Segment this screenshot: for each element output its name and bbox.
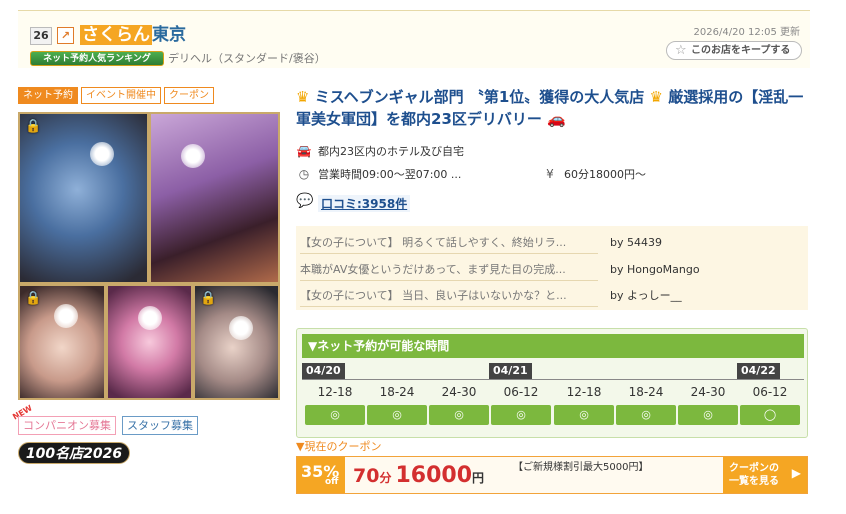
slot-button[interactable]: ◎ xyxy=(678,405,738,425)
slot-button[interactable]: ◎ xyxy=(367,405,427,425)
coupon-discount: 35% off xyxy=(297,457,345,493)
date-label: 04/21 xyxy=(489,363,532,379)
photo-main[interactable]: 🔒 xyxy=(18,112,149,284)
yen-icon: ¥ xyxy=(546,167,554,181)
star-icon: ☆ xyxy=(675,43,687,58)
shop-name-rest: 東京 xyxy=(152,25,186,45)
photo-5[interactable]: 🔒 xyxy=(193,284,280,400)
photo-3[interactable]: 🔒 xyxy=(18,284,106,400)
area-info: 🚘 都内23区内のホテル及び自宅 xyxy=(296,143,464,160)
coupon-description: 【ご新規様割引最大5000円】 xyxy=(513,462,649,473)
coupon-list-button[interactable]: クーポンの 一覧を見る ▶ xyxy=(723,457,807,493)
reservation-panel: ▼ネット予約が可能な時間 04/20 04/21 04/22 12-18 18-… xyxy=(296,328,808,438)
slot-button[interactable]: ◎ xyxy=(616,405,676,425)
slot-label: 06-12 xyxy=(503,385,539,399)
review-count-link[interactable]: 口コミ:3958件 xyxy=(318,195,411,212)
coupon-yen-unit: 円 xyxy=(472,471,485,485)
slot-label: 18-24 xyxy=(628,385,664,399)
car-icon: 🚗 xyxy=(547,110,566,128)
slot-button[interactable]: ◎ xyxy=(305,405,365,425)
date-label: 04/22 xyxy=(737,363,780,379)
slot-button[interactable]: ◯ xyxy=(740,405,800,425)
rank-up-icon: ↗ xyxy=(57,27,74,44)
photo-4[interactable] xyxy=(106,284,193,400)
slot-label: 18-24 xyxy=(379,385,415,399)
keep-shop-button[interactable]: ☆ このお店をキープする xyxy=(666,41,802,60)
review-item[interactable]: 【女の子について】 明るくて話しやすく、終始リラ... xyxy=(300,232,598,254)
coupon-price: 70分 16000円 xyxy=(353,461,484,493)
slot-label: 24-30 xyxy=(441,385,477,399)
slot-label: 12-18 xyxy=(317,385,353,399)
crown-icon: ♛ xyxy=(296,88,310,106)
updated-time: 2026/4/20 12:05 更新 xyxy=(693,27,800,38)
date-label: 04/20 xyxy=(302,363,345,379)
review-item[interactable]: 【女の子について】 当日、良い子はいないかな？と... xyxy=(300,285,598,307)
companion-recruit-button[interactable]: コンパニオン募集 xyxy=(18,416,116,435)
keep-shop-label: このお店をキープする xyxy=(691,45,791,56)
car-icon: 🚘 xyxy=(296,144,312,158)
clock-icon: ◷ xyxy=(298,167,310,181)
shop-name-link[interactable]: さくらん 東京 xyxy=(80,23,186,47)
staff-recruit-button[interactable]: スタッフ募集 xyxy=(122,416,198,435)
meiten-badge[interactable]: 100名店2026 xyxy=(18,442,130,464)
shop-name-highlight: さくらん xyxy=(80,25,152,45)
shop-genre: デリヘル（スタンダード/褒谷） xyxy=(168,52,326,65)
slot-label: 24-30 xyxy=(690,385,726,399)
tag-coupon[interactable]: クーポン xyxy=(164,87,214,104)
photo-grid: 🔒 🔒 🔒 xyxy=(18,112,280,402)
slot-label: 12-18 xyxy=(566,385,602,399)
price-info: ¥60分18000円～ xyxy=(542,166,646,183)
tag-net-reservation[interactable]: ネット予約 xyxy=(18,87,78,104)
coupon-off-label: off xyxy=(325,477,339,487)
ranking-badge[interactable]: ネット予約人気ランキング xyxy=(30,51,164,66)
review-author: by 54439 xyxy=(610,236,662,249)
hours-text: 営業時間09:00～翌07:00 ... xyxy=(318,168,462,181)
feature-tags: ネット予約 イベント開催中 クーポン xyxy=(18,87,214,104)
review-item[interactable]: 本職がAV女優というだけあって、まず見た目の完成... xyxy=(300,259,598,281)
tag-event[interactable]: イベント開催中 xyxy=(81,87,161,104)
shop-header: 26 ↗ さくらん 東京 ネット予約人気ランキング デリヘル（スタンダード/褒谷）… xyxy=(18,10,810,68)
date-divider xyxy=(302,379,804,380)
price-text: 60分18000円～ xyxy=(564,168,646,181)
slot-button[interactable]: ◎ xyxy=(554,405,614,425)
review-author: by よっしー__ xyxy=(610,289,682,302)
area-text: 都内23区内のホテル及び自宅 xyxy=(318,145,464,158)
slot-button[interactable]: ◎ xyxy=(491,405,551,425)
arrow-right-icon: ▶ xyxy=(791,466,801,480)
reservation-header: ▼ネット予約が可能な時間 xyxy=(302,334,804,358)
coupon-box[interactable]: 35% off 70分 16000円 【ご新規様割引最大5000円】 クーポンの … xyxy=(296,456,808,494)
catch-copy[interactable]: ♛ ミスヘブンギャル部門 〝第1位〟獲得の大人気店 ♛ 厳選採用の【淫乱一軍美女… xyxy=(296,86,808,130)
catch-text-1: ミスヘブンギャル部門 〝第1位〟獲得の大人気店 xyxy=(314,88,645,106)
crown-icon: ♛ xyxy=(649,88,663,106)
coupon-minutes: 70 xyxy=(353,465,380,487)
coupon-minutes-unit: 分 xyxy=(379,471,392,485)
hours-info: ◷ 営業時間09:00～翌07:00 ... xyxy=(296,166,462,183)
chat-icon: 💬 xyxy=(296,193,314,209)
coupon-title: ▼現在のクーポン xyxy=(296,440,382,453)
rank-number: 26 xyxy=(30,27,52,45)
slot-label: 06-12 xyxy=(752,385,788,399)
review-list: 【女の子について】 明るくて話しやすく、終始リラ... by 54439 本職が… xyxy=(296,226,808,310)
shop-card: 26 ↗ さくらん 東京 ネット予約人気ランキング デリヘル（スタンダード/褒谷）… xyxy=(11,10,810,506)
slot-button[interactable]: ◎ xyxy=(429,405,489,425)
coupon-yen: 16000 xyxy=(395,463,473,488)
lock-icon: 🔒 xyxy=(25,291,42,306)
lock-icon: 🔒 xyxy=(25,119,42,134)
recruit-links: コンパニオン募集 スタッフ募集 xyxy=(18,416,198,435)
review-author: by HongoMango xyxy=(610,263,700,276)
photo-2[interactable] xyxy=(149,112,280,284)
lock-icon: 🔒 xyxy=(200,291,217,306)
